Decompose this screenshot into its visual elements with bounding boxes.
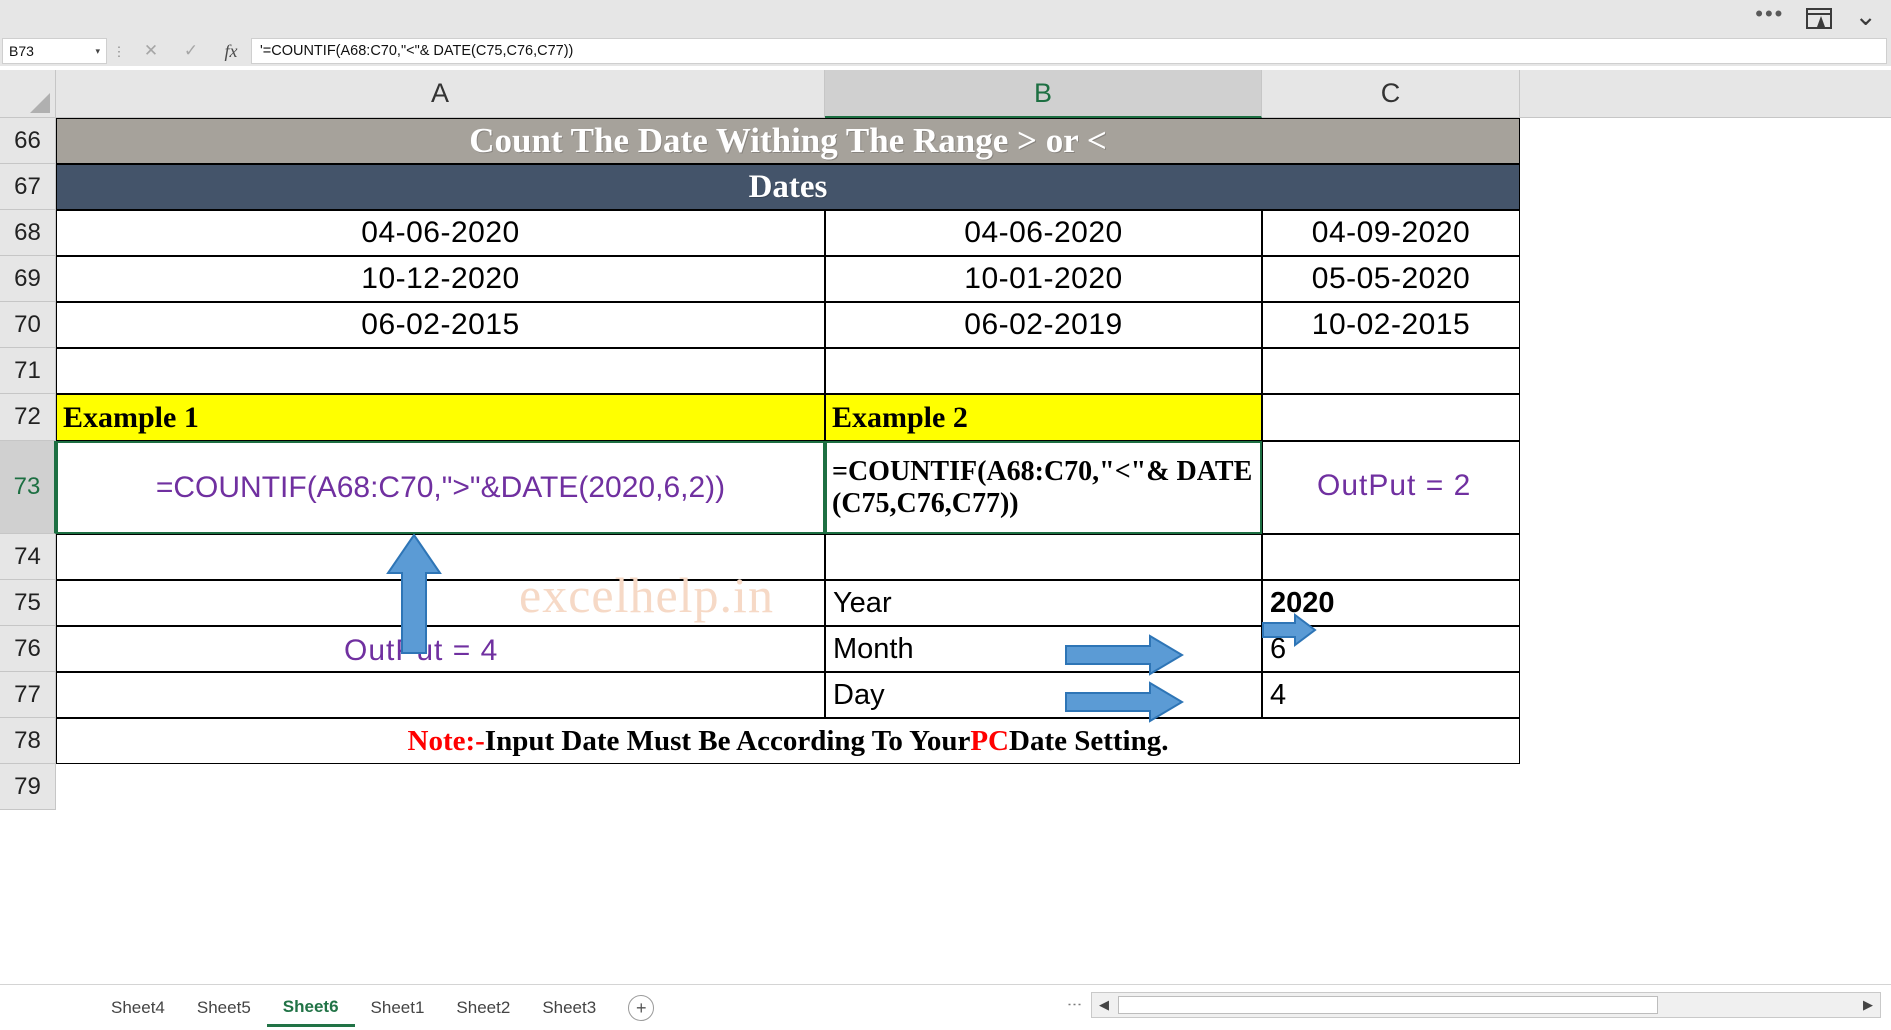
sheet-tab-sheet1[interactable]: Sheet1 — [355, 989, 441, 1027]
note-prefix: Note:- — [407, 724, 485, 757]
cell-a69[interactable]: 10-12-2020 — [56, 256, 825, 302]
title-bar: ••• ⌄ — [0, 0, 1891, 36]
note-highlight: PC — [970, 724, 1010, 757]
name-box[interactable]: B73 ▾ — [2, 38, 107, 64]
column-header-c[interactable]: C — [1262, 70, 1520, 118]
add-sheet-icon[interactable]: + — [628, 995, 655, 1021]
horizontal-scrollbar[interactable]: ◀ ▶ — [1091, 992, 1881, 1018]
cell-b77-day-label[interactable]: Day — [825, 672, 1262, 718]
column-header-blank — [1520, 70, 1891, 118]
row-header-69[interactable]: 69 — [0, 256, 56, 302]
row-header-70[interactable]: 70 — [0, 302, 56, 348]
chevron-down-icon[interactable]: ⌄ — [1854, 3, 1877, 34]
cell-b74[interactable] — [825, 534, 1262, 580]
cell-b72-example2[interactable]: Example 2 — [825, 394, 1262, 441]
cell-b73-formula-example2[interactable]: =COUNTIF(A68:C70,"<"& DATE(C75,C76,C77)) — [825, 441, 1262, 534]
row-header-71[interactable]: 71 — [0, 348, 56, 394]
cell-a71[interactable] — [56, 348, 825, 394]
row-header-79[interactable]: 79 — [0, 764, 56, 810]
cell-c73-output2[interactable]: OutPut = 2 — [1262, 441, 1520, 534]
scroll-grip-icon[interactable]: ⋮ — [1066, 997, 1084, 1013]
row-header-66[interactable]: 66 — [0, 118, 56, 164]
cell-b76-month-label[interactable]: Month — [825, 626, 1262, 672]
cell-a73-formula-example1[interactable]: =COUNTIF(A68:C70,">"&DATE(2020,6,2)) — [56, 441, 825, 534]
cell-dates-header[interactable]: Dates — [56, 164, 1520, 210]
name-box-value: B73 — [9, 43, 34, 59]
row-header-75[interactable]: 75 — [0, 580, 56, 626]
excel-window: ••• ⌄ B73 ▾ ⋮ ✕ ✓ fx '=COUNTIF(A68:C70,"… — [0, 0, 1891, 1030]
note-suffix: Date Setting. — [1009, 724, 1169, 757]
more-options-icon[interactable]: ••• — [1755, 3, 1784, 33]
sheet-tab-sheet4[interactable]: Sheet4 — [95, 989, 181, 1027]
row-header-73[interactable]: 73 — [0, 441, 56, 534]
row-header-76[interactable]: 76 — [0, 626, 56, 672]
right-arrow-icon-month — [1065, 634, 1184, 676]
horizontal-scroll-area: ⋮ ◀ ▶ — [1066, 992, 1881, 1018]
cell-c74[interactable] — [1262, 534, 1520, 580]
output2-label: OutPut = 2 — [1317, 469, 1472, 502]
cell-row79[interactable] — [56, 764, 1891, 810]
formula-bar: B73 ▾ ⋮ ✕ ✓ fx '=COUNTIF(A68:C70,"<"& DA… — [0, 36, 1891, 66]
cell-c70[interactable]: 10-02-2015 — [1262, 302, 1520, 348]
column-header-row: A B C — [0, 70, 1891, 118]
cell-b68[interactable]: 04-06-2020 — [825, 210, 1262, 256]
column-header-a[interactable]: A — [56, 70, 825, 118]
cell-c69[interactable]: 05-05-2020 — [1262, 256, 1520, 302]
cell-a68[interactable]: 04-06-2020 — [56, 210, 825, 256]
cancel-icon[interactable]: ✕ — [131, 41, 171, 61]
note-middle: Input Date Must Be According To Your — [484, 724, 971, 757]
cell-c71[interactable] — [1262, 348, 1520, 394]
select-all-corner[interactable] — [0, 70, 56, 118]
formula-input[interactable]: '=COUNTIF(A68:C70,"<"& DATE(C75,C76,C77)… — [251, 38, 1887, 64]
right-arrow-icon-day — [1065, 681, 1184, 723]
formula-bar-buttons: ✕ ✓ fx — [131, 41, 251, 62]
right-arrow-icon-output2 — [1262, 613, 1317, 647]
cell-d67[interactable] — [1520, 164, 1891, 210]
row-header-72[interactable]: 72 — [0, 394, 56, 441]
row-header-column: 66 67 68 69 70 71 72 73 74 75 76 77 78 7… — [0, 118, 56, 810]
row-header-68[interactable]: 68 — [0, 210, 56, 256]
up-arrow-icon — [386, 533, 442, 654]
cell-note-merged[interactable]: Note:- Input Date Must Be According To Y… — [56, 718, 1520, 764]
chevron-down-icon[interactable]: ▾ — [95, 46, 100, 57]
cell-a72-example1[interactable]: Example 1 — [56, 394, 825, 441]
insert-function-icon[interactable]: fx — [211, 41, 251, 62]
column-header-b[interactable]: B — [825, 70, 1262, 118]
cell-b75-year-label[interactable]: Year — [825, 580, 1262, 626]
scroll-right-icon[interactable]: ▶ — [1856, 997, 1880, 1013]
cell-b71[interactable] — [825, 348, 1262, 394]
scroll-left-icon[interactable]: ◀ — [1092, 997, 1116, 1013]
cell-b70[interactable]: 06-02-2019 — [825, 302, 1262, 348]
row-header-78[interactable]: 78 — [0, 718, 56, 764]
sheet-tab-bar: Sheet4 Sheet5 Sheet6 Sheet1 Sheet2 Sheet… — [0, 984, 1891, 1030]
row-header-77[interactable]: 77 — [0, 672, 56, 718]
worksheet-grid: A B C 66 67 68 69 70 71 72 73 74 75 76 7… — [0, 70, 1891, 810]
cell-c77-day-value[interactable]: 4 — [1262, 672, 1520, 718]
confirm-check-icon[interactable]: ✓ — [171, 41, 211, 61]
scrollbar-track[interactable] — [1116, 994, 1856, 1016]
sheet-tabs: Sheet4 Sheet5 Sheet6 Sheet1 Sheet2 Sheet… — [95, 988, 655, 1028]
row-header-67[interactable]: 67 — [0, 164, 56, 210]
share-upload-icon[interactable] — [1806, 7, 1833, 29]
formula-bar-grip: ⋮ — [112, 43, 126, 59]
cell-title-merged[interactable]: Count The Date Withing The Range > or < — [56, 118, 1520, 164]
cell-c68[interactable]: 04-09-2020 — [1262, 210, 1520, 256]
cell-b69[interactable]: 10-01-2020 — [825, 256, 1262, 302]
cell-d66[interactable] — [1520, 118, 1891, 164]
scrollbar-thumb[interactable] — [1118, 996, 1658, 1014]
cell-a77[interactable] — [56, 672, 825, 718]
cell-c72[interactable] — [1262, 394, 1520, 441]
sheet-tab-sheet3[interactable]: Sheet3 — [526, 989, 612, 1027]
sheet-tab-sheet2[interactable]: Sheet2 — [440, 989, 526, 1027]
row-header-74[interactable]: 74 — [0, 534, 56, 580]
sheet-tab-sheet6[interactable]: Sheet6 — [266, 989, 355, 1027]
title-bar-actions: ••• ⌄ — [1755, 0, 1877, 36]
cell-a70[interactable]: 06-02-2015 — [56, 302, 825, 348]
sheet-tab-sheet5[interactable]: Sheet5 — [181, 989, 267, 1027]
